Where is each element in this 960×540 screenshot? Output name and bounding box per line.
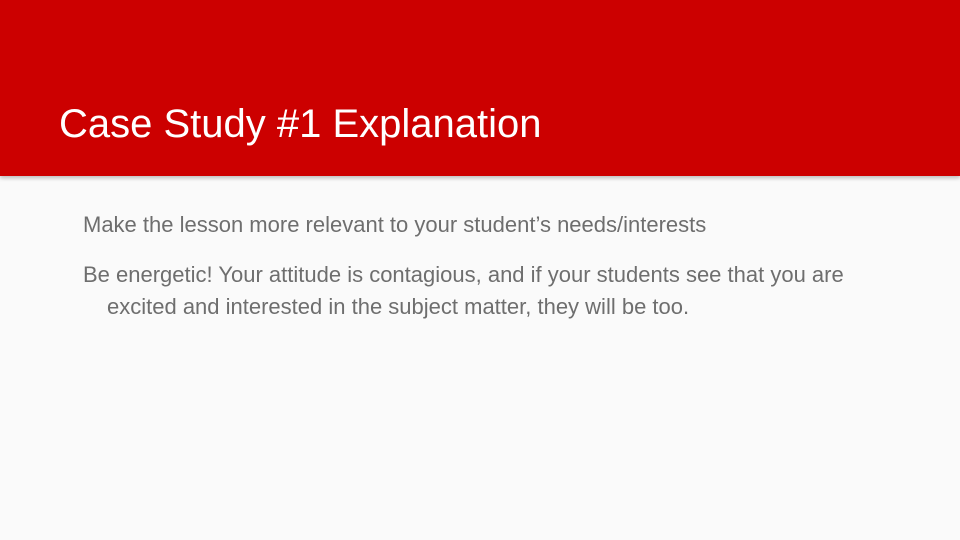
- bullet-item: Make the lesson more relevant to your st…: [83, 212, 707, 237]
- bullet-item: Be energetic! Your attitude is contagiou…: [83, 262, 844, 319]
- slide-title: Case Study #1 Explanation: [59, 102, 542, 146]
- title-bar: Case Study #1 Explanation: [0, 0, 960, 176]
- bullet-list: Make the lesson more relevant to your st…: [83, 209, 883, 341]
- slide: Case Study #1 Explanation Make the lesso…: [0, 0, 960, 540]
